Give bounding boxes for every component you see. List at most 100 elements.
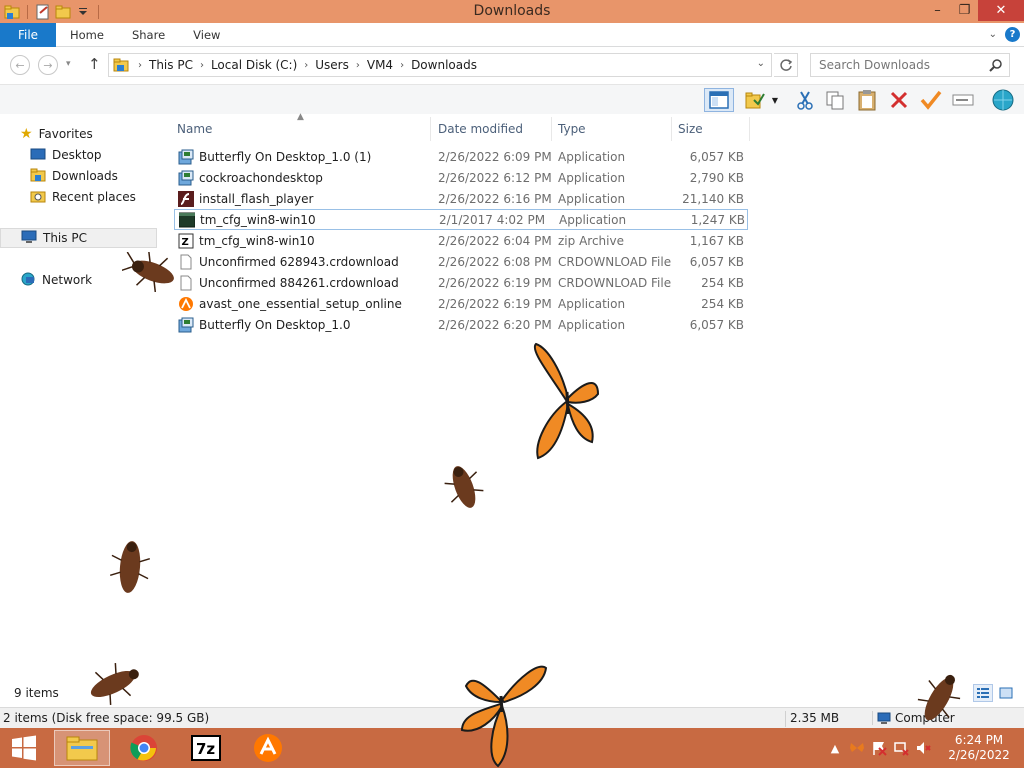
start-button[interactable] <box>0 728 48 768</box>
crumb-separator[interactable]: › <box>356 60 360 71</box>
nav-favorites[interactable]: ★ Favorites <box>20 124 93 144</box>
nav-recent-places[interactable]: Recent places <box>30 187 136 207</box>
crumb-separator[interactable]: › <box>138 60 142 71</box>
restore-button[interactable]: ❐ <box>951 0 978 21</box>
crumb-separator[interactable]: › <box>304 60 308 71</box>
nav-network[interactable]: Network <box>20 270 92 290</box>
customize-qat-icon[interactable] <box>75 4 91 20</box>
file-size: 254 KB <box>701 296 744 311</box>
volume-icon[interactable] <box>914 739 932 757</box>
search-placeholder: Search Downloads <box>819 58 930 72</box>
file-name-cell: tm_cfg_win8-win10 <box>178 212 433 228</box>
folder-icon <box>113 57 131 73</box>
clock[interactable]: 6:24 PM 2/26/2022 <box>934 733 1024 763</box>
crumb-downloads[interactable]: Downloads <box>411 58 477 72</box>
back-button[interactable]: ← <box>10 55 30 75</box>
refresh-button[interactable] <box>774 53 798 77</box>
file-type: Application <box>558 149 626 164</box>
file-name: Unconfirmed 628943.crdownload <box>199 254 399 269</box>
file-date: 2/26/2022 6:16 PM <box>438 191 552 206</box>
network-tray-icon[interactable] <box>892 739 910 757</box>
downloads-folder-icon <box>30 167 46 186</box>
file-row[interactable]: Unconfirmed 628943.crdownload 2/26/2022 6… <box>174 251 748 272</box>
search-icon[interactable] <box>989 58 1003 75</box>
move-to-dropdown-icon[interactable]: ▼ <box>768 88 782 112</box>
file-size: 2,790 KB <box>689 170 744 185</box>
column-name[interactable]: Name <box>173 117 431 141</box>
cut-icon[interactable] <box>792 88 818 112</box>
ribbon-tabs: File Home Share View ⌄ ? <box>0 22 1024 47</box>
delete-icon[interactable] <box>886 88 912 112</box>
taskbar-file-explorer[interactable] <box>54 730 110 766</box>
expand-ribbon-icon[interactable]: ⌄ <box>989 29 997 40</box>
chrome-icon <box>130 735 157 761</box>
minimize-button[interactable]: – <box>924 0 951 21</box>
butterfly-tray-icon[interactable] <box>848 739 866 757</box>
up-arrow-icon[interactable]: ↑ <box>88 55 101 73</box>
copy-icon[interactable] <box>822 88 848 112</box>
move-to-icon[interactable] <box>742 88 768 112</box>
refresh-icon <box>779 59 792 71</box>
rename-icon[interactable] <box>950 88 976 112</box>
seven-zip-icon: 7z <box>191 735 221 761</box>
crumb-users[interactable]: Users <box>315 58 349 72</box>
tab-view[interactable]: View <box>179 23 234 47</box>
file-row[interactable]: Butterfly On Desktop_1.0 (1) 2/26/2022 6:… <box>174 146 748 167</box>
file-row[interactable]: Butterfly On Desktop_1.0 2/26/2022 6:20 P… <box>174 314 748 335</box>
file-row[interactable]: avast_one_essential_setup_online 2/26/202… <box>174 293 748 314</box>
nav-recent-label: Recent places <box>52 190 136 204</box>
details-view-icon[interactable] <box>973 684 993 702</box>
file-row[interactable]: tm_cfg_win8-win10 2/1/2017 4:02 PM Applica… <box>174 209 748 230</box>
crumb-separator[interactable]: › <box>400 60 404 71</box>
forward-button[interactable]: → <box>38 55 58 75</box>
nav-desktop[interactable]: Desktop <box>30 145 102 165</box>
items-count: 9 items <box>14 686 59 700</box>
column-date[interactable]: Date modified <box>434 117 552 141</box>
properties-icon[interactable] <box>35 4 51 20</box>
file-row[interactable]: install_flash_player 2/26/2022 6:16 PM App… <box>174 188 748 209</box>
column-size[interactable]: Size <box>674 117 750 141</box>
selection-status: 2 items (Disk free space: 99.5 GB) <box>3 711 210 725</box>
flash-icon <box>178 190 194 207</box>
taskbar-avast[interactable] <box>240 730 296 766</box>
taskbar-chrome[interactable] <box>116 730 172 766</box>
help-icon[interactable]: ? <box>1005 27 1020 42</box>
crumb-separator[interactable]: › <box>200 60 204 71</box>
file-type: Application <box>558 317 626 332</box>
column-type[interactable]: Type <box>554 117 672 141</box>
preview-pane-icon[interactable] <box>704 88 734 112</box>
globe-icon[interactable] <box>990 88 1016 112</box>
taskbar-7zip[interactable]: 7z <box>178 730 234 766</box>
file-type: Application <box>558 170 626 185</box>
nav-network-label: Network <box>42 273 93 287</box>
tab-file[interactable]: File <box>0 22 56 47</box>
show-hidden-icons-icon[interactable]: ▲ <box>826 739 844 757</box>
address-bar[interactable]: › This PC › Local Disk (C:) › Users › VM… <box>108 53 772 77</box>
crumb-local-disk[interactable]: Local Disk (C:) <box>211 58 297 72</box>
file-row[interactable]: cockroachondesktop 2/26/2022 6:12 PM Appli… <box>174 167 748 188</box>
folder-icon[interactable] <box>4 4 20 20</box>
close-button[interactable]: ✕ <box>978 0 1024 21</box>
file-row[interactable]: Ztm_cfg_win8-win10 2/26/2022 6:04 PM zip A… <box>174 230 748 251</box>
paste-icon[interactable] <box>854 88 880 112</box>
nav-downloads[interactable]: Downloads <box>30 166 118 186</box>
file-row[interactable]: Unconfirmed 884261.crdownload 2/26/2022 6… <box>174 272 748 293</box>
new-folder-icon[interactable] <box>55 4 71 20</box>
nav-downloads-label: Downloads <box>52 169 118 183</box>
recent-locations-icon[interactable]: ▾ <box>66 59 71 69</box>
address-dropdown-icon[interactable]: ⌄ <box>757 58 765 69</box>
large-icons-view-icon[interactable] <box>996 684 1016 702</box>
action-center-icon[interactable] <box>870 739 888 757</box>
crumb-vm4[interactable]: VM4 <box>367 58 393 72</box>
view-switcher <box>973 684 1016 702</box>
tab-home[interactable]: Home <box>56 23 118 47</box>
file-name-cell: Butterfly On Desktop_1.0 <box>178 317 432 333</box>
tab-share[interactable]: Share <box>118 23 179 47</box>
checkmark-icon[interactable] <box>918 88 944 112</box>
nav-this-pc[interactable]: This PC <box>0 228 157 248</box>
file-name: tm_cfg_win8-win10 <box>200 212 316 227</box>
file-size: 1,167 KB <box>689 233 744 248</box>
nav-desktop-label: Desktop <box>52 148 102 162</box>
search-input[interactable]: Search Downloads <box>810 53 1010 77</box>
crumb-this-pc[interactable]: This PC <box>149 58 193 72</box>
